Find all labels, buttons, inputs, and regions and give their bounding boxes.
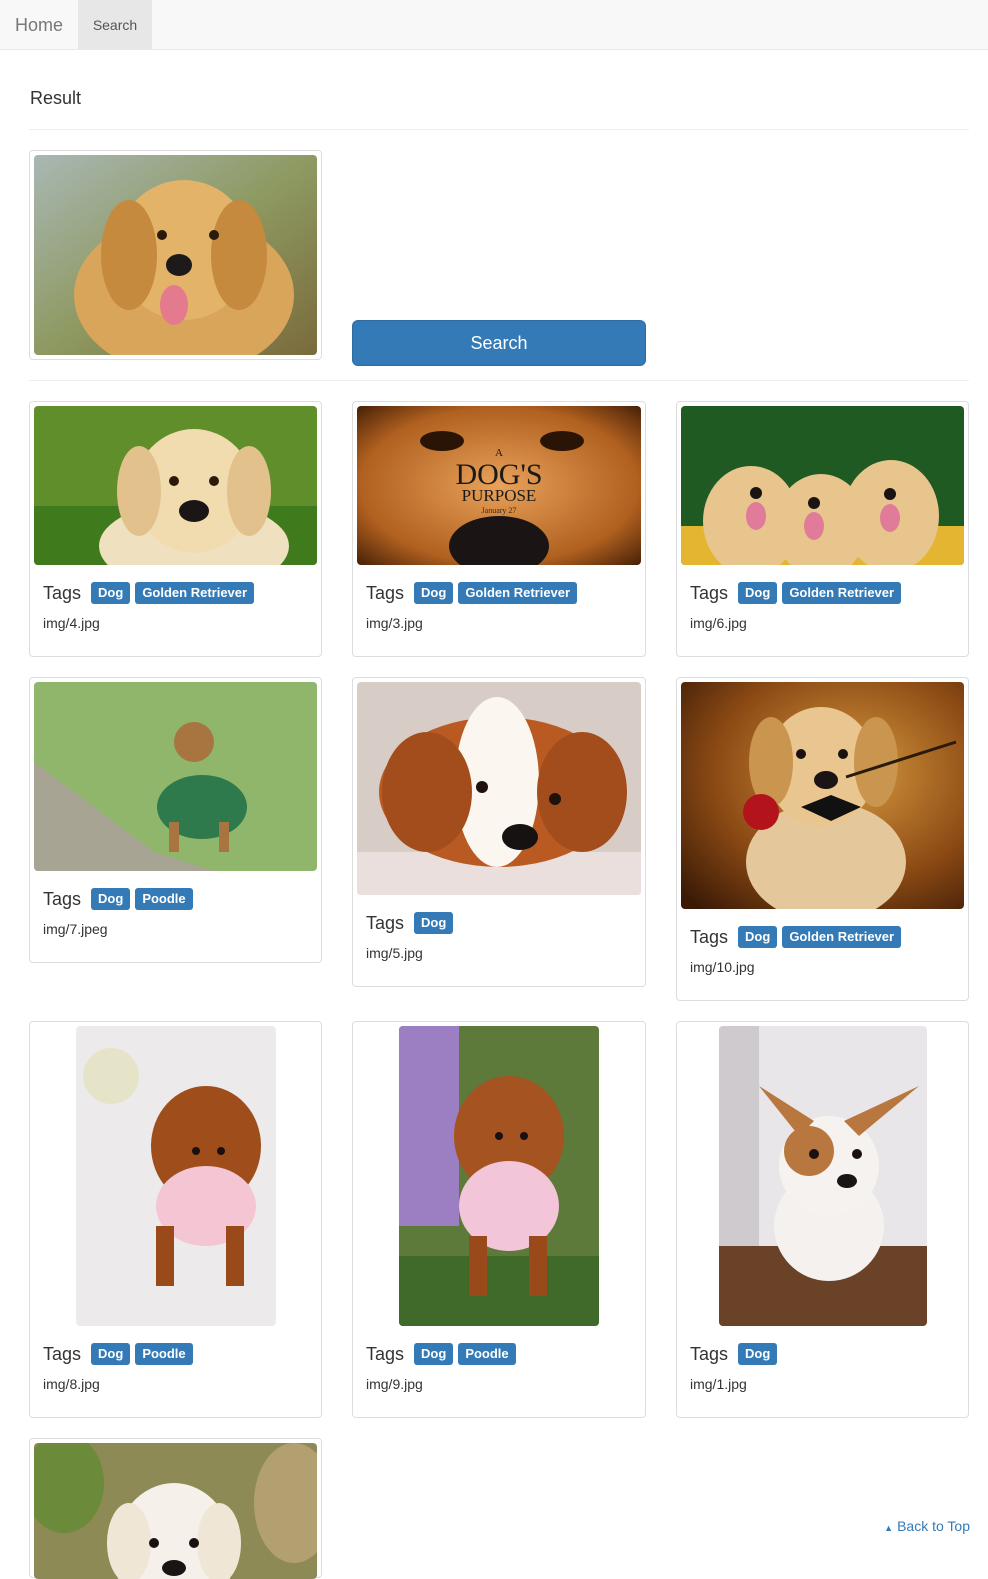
query-image-frame bbox=[29, 150, 322, 360]
tag-badge: Dog bbox=[738, 582, 778, 604]
tag-badge: Golden Retriever bbox=[135, 582, 255, 604]
tags-row: Tags Dog Golden Retriever bbox=[690, 582, 902, 604]
tags-label: Tags bbox=[43, 1343, 82, 1364]
result-image[interactable] bbox=[719, 1026, 927, 1326]
back-to-top-label: Back to Top bbox=[897, 1518, 970, 1534]
result-card[interactable]: Tags Dog Poodle img/8.jpg bbox=[29, 1021, 322, 1418]
tags-label: Tags bbox=[43, 888, 82, 909]
file-name: img/4.jpg bbox=[43, 615, 100, 631]
tag-badge: Dog bbox=[414, 582, 454, 604]
caret-up-icon: ▲ bbox=[884, 1523, 894, 1533]
result-card[interactable]: Tags Dog img/1.jpg bbox=[676, 1021, 969, 1418]
tag-badge: Poodle bbox=[458, 1343, 516, 1365]
file-name: img/3.jpg bbox=[366, 615, 423, 631]
tag-badge: Dog bbox=[91, 888, 131, 910]
result-image[interactable] bbox=[357, 682, 641, 895]
divider bbox=[29, 129, 969, 130]
query-image bbox=[34, 155, 317, 355]
file-name: img/6.jpg bbox=[690, 615, 747, 631]
tag-badge: Poodle bbox=[135, 888, 193, 910]
tags-row: Tags Dog Poodle bbox=[366, 1343, 516, 1365]
result-card[interactable] bbox=[29, 1438, 322, 1579]
tags-row: Tags Dog bbox=[366, 912, 454, 934]
result-image[interactable] bbox=[681, 406, 964, 565]
navbar: Home Search bbox=[0, 0, 988, 50]
tag-badge: Poodle bbox=[135, 1343, 193, 1365]
tag-badge: Dog bbox=[738, 926, 778, 948]
file-name: img/1.jpg bbox=[690, 1376, 747, 1392]
file-name: img/5.jpg bbox=[366, 945, 423, 961]
tags-label: Tags bbox=[366, 1343, 405, 1364]
tag-badge: Dog bbox=[414, 1343, 454, 1365]
tags-label: Tags bbox=[366, 582, 405, 603]
poster-text: PURPOSE bbox=[462, 486, 537, 505]
tags-row: Tags Dog bbox=[690, 1343, 778, 1365]
result-card[interactable]: Tags Dog Golden Retriever img/10.jpg bbox=[676, 677, 969, 1001]
file-name: img/8.jpg bbox=[43, 1376, 100, 1392]
tags-row: Tags Dog Golden Retriever bbox=[366, 582, 578, 604]
file-name: img/10.jpg bbox=[690, 959, 755, 975]
result-image[interactable] bbox=[399, 1026, 599, 1326]
tag-badge: Dog bbox=[91, 1343, 131, 1365]
result-image[interactable] bbox=[681, 682, 964, 909]
tag-badge: Dog bbox=[414, 912, 454, 934]
tags-label: Tags bbox=[690, 1343, 729, 1364]
tag-badge: Dog bbox=[738, 1343, 778, 1365]
divider bbox=[29, 380, 969, 381]
tags-label: Tags bbox=[690, 582, 729, 603]
tags-label: Tags bbox=[366, 912, 405, 933]
result-card[interactable]: Tags Dog Golden Retriever img/6.jpg bbox=[676, 401, 969, 657]
file-name: img/7.jpeg bbox=[43, 921, 108, 937]
result-image[interactable]: A DOG'S PURPOSE January 27 bbox=[357, 406, 641, 565]
search-button[interactable]: Search bbox=[352, 320, 646, 366]
result-card[interactable]: Tags Dog Poodle img/7.jpeg bbox=[29, 677, 322, 963]
result-card[interactable]: Tags Dog Golden Retriever img/4.jpg bbox=[29, 401, 322, 657]
nav-item-search[interactable]: Search bbox=[78, 0, 152, 50]
result-image[interactable] bbox=[34, 406, 317, 565]
tag-badge: Golden Retriever bbox=[782, 926, 902, 948]
page-title: Result bbox=[30, 88, 82, 108]
home-link[interactable]: Home bbox=[15, 0, 63, 50]
back-to-top-link[interactable]: ▲ Back to Top bbox=[884, 1518, 970, 1534]
result-image[interactable] bbox=[34, 1443, 317, 1579]
result-image[interactable] bbox=[34, 682, 317, 871]
result-image[interactable] bbox=[76, 1026, 276, 1326]
tag-badge: Golden Retriever bbox=[782, 582, 902, 604]
tags-row: Tags Dog Golden Retriever bbox=[690, 926, 902, 948]
file-name: img/9.jpg bbox=[366, 1376, 423, 1392]
poster-text: January 27 bbox=[482, 506, 517, 515]
tag-badge: Dog bbox=[91, 582, 131, 604]
result-card[interactable]: Tags Dog img/5.jpg bbox=[352, 677, 646, 987]
tags-row: Tags Dog Golden Retriever bbox=[43, 582, 255, 604]
tags-row: Tags Dog Poodle bbox=[43, 1343, 193, 1365]
tag-badge: Golden Retriever bbox=[458, 582, 578, 604]
tags-label: Tags bbox=[43, 582, 82, 603]
result-card[interactable]: Tags Dog Poodle img/9.jpg bbox=[352, 1021, 646, 1418]
result-card[interactable]: A DOG'S PURPOSE January 27 Tags Dog Gold… bbox=[352, 401, 646, 657]
tags-label: Tags bbox=[690, 926, 729, 947]
tags-row: Tags Dog Poodle bbox=[43, 888, 193, 910]
